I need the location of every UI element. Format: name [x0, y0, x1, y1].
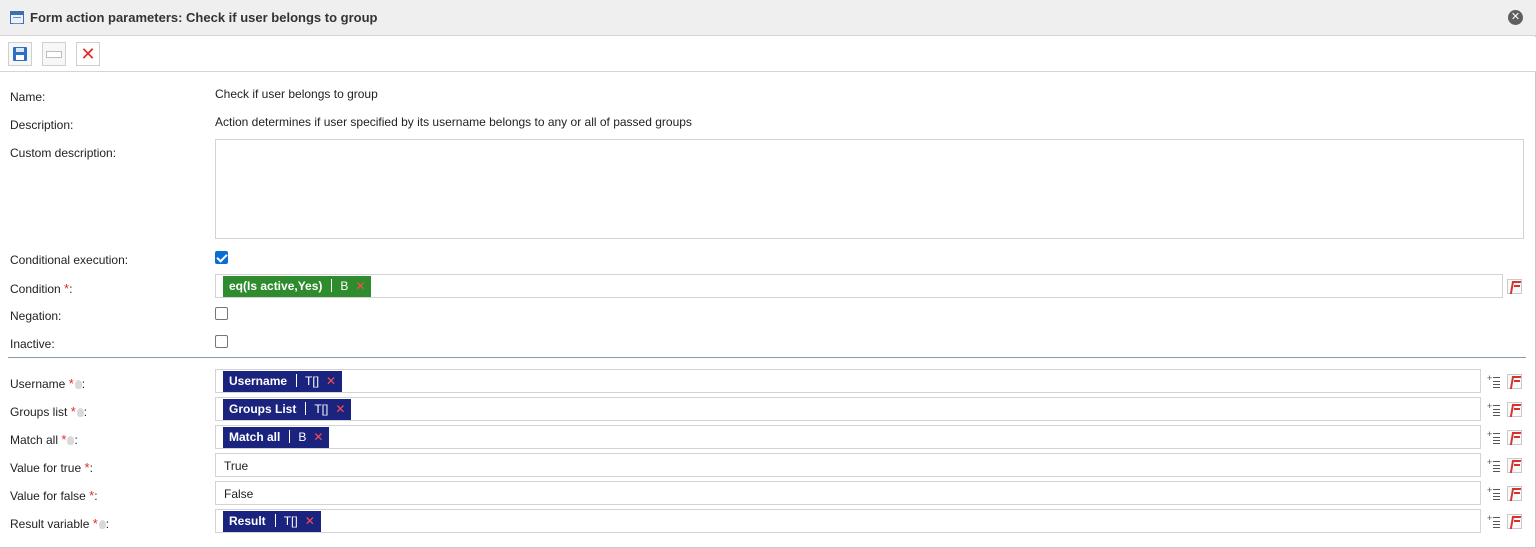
mapping-list-icon[interactable] — [1487, 401, 1501, 416]
lightbulb-icon — [74, 380, 82, 389]
chip-text: Username — [229, 374, 288, 388]
required-marker: * — [68, 376, 74, 391]
description-label: Description: — [10, 118, 74, 132]
function-fx-icon[interactable] — [1507, 279, 1522, 294]
inactive-checkbox[interactable] — [215, 335, 228, 348]
mapping-list-icon[interactable] — [1487, 513, 1501, 528]
chip-type: T[] — [283, 514, 298, 528]
function-fx-icon[interactable] — [1507, 486, 1522, 501]
save-button[interactable] — [8, 42, 32, 66]
chip-remove-icon[interactable]: ✕ — [335, 402, 345, 416]
name-label: Name: — [10, 90, 46, 104]
result-variable-label: Result variable *: — [10, 516, 109, 531]
match-all-chip[interactable]: Match all B ✕ — [223, 427, 330, 448]
mapping-list-icon[interactable] — [1487, 373, 1501, 388]
toolbar: ✕ — [0, 37, 1536, 72]
chip-remove-icon[interactable]: ✕ — [313, 430, 323, 444]
description-value: Action determines if user specified by i… — [215, 115, 692, 129]
chip-type: T[] — [305, 374, 320, 388]
chip-text: Groups List — [229, 402, 297, 416]
required-marker: * — [92, 516, 98, 531]
match-all-label: Match all *: — [10, 432, 78, 447]
chip-remove-icon[interactable]: ✕ — [326, 374, 336, 388]
function-fx-icon[interactable] — [1507, 514, 1522, 529]
blank-field-icon — [46, 51, 62, 58]
blank-button[interactable] — [42, 42, 66, 66]
username-field[interactable]: Username T[] ✕ — [215, 369, 1481, 393]
chip-text: eq(Is active,Yes) — [229, 279, 323, 293]
conditional-execution-checkbox[interactable] — [215, 251, 228, 264]
mapping-list-icon[interactable] — [1487, 429, 1501, 444]
delete-button[interactable]: ✕ — [76, 42, 100, 66]
lightbulb-icon — [98, 520, 106, 529]
username-chip[interactable]: Username T[] ✕ — [223, 371, 343, 392]
custom-description-input[interactable] — [215, 139, 1524, 239]
username-label-text: Username — [10, 377, 66, 391]
condition-field[interactable]: eq(Is active,Yes) B ✕ — [215, 274, 1503, 298]
chip-text: Match all — [229, 430, 281, 444]
result-variable-label-text: Result variable — [10, 517, 90, 531]
chip-text: Result — [229, 514, 266, 528]
groups-list-chip[interactable]: Groups List T[] ✕ — [223, 399, 352, 420]
close-icon[interactable]: ✕ — [1508, 10, 1523, 25]
value-true-text: True — [224, 459, 249, 473]
groups-list-label-text: Groups list — [10, 405, 68, 419]
negation-label: Negation: — [10, 309, 62, 323]
section-divider — [8, 357, 1526, 358]
conditional-execution-label: Conditional execution: — [10, 253, 129, 267]
label-suffix: : — [69, 282, 73, 296]
function-fx-icon[interactable] — [1507, 430, 1522, 445]
function-fx-icon[interactable] — [1507, 458, 1522, 473]
value-true-label-text: Value for true — [10, 461, 82, 475]
chip-type: B — [340, 279, 349, 293]
mapping-list-icon[interactable] — [1487, 485, 1501, 500]
chip-type: T[] — [314, 402, 329, 416]
label-suffix: : — [74, 433, 78, 447]
function-fx-icon[interactable] — [1507, 402, 1522, 417]
lightbulb-icon — [76, 408, 84, 417]
chip-remove-icon[interactable]: ✕ — [305, 514, 315, 528]
value-true-label: Value for true *: — [10, 460, 93, 475]
username-label: Username *: — [10, 376, 85, 391]
inactive-label: Inactive: — [10, 337, 55, 351]
mapping-list-icon[interactable] — [1487, 457, 1501, 472]
result-variable-chip[interactable]: Result T[] ✕ — [223, 511, 321, 532]
label-suffix: : — [89, 461, 93, 475]
match-all-label-text: Match all — [10, 433, 59, 447]
label-suffix: : — [94, 489, 98, 503]
condition-label: Condition *: — [10, 281, 72, 296]
dialog-title: Form action parameters: Check if user be… — [30, 10, 378, 25]
label-suffix: : — [83, 405, 88, 419]
label-suffix: : — [81, 377, 86, 391]
groups-list-field[interactable]: Groups List T[] ✕ — [215, 397, 1481, 421]
chip-remove-icon[interactable]: ✕ — [355, 279, 365, 293]
chip-type: B — [298, 430, 307, 444]
required-marker: * — [61, 432, 67, 447]
condition-chip[interactable]: eq(Is active,Yes) B ✕ — [223, 276, 372, 297]
floppy-disk-icon — [13, 47, 27, 61]
value-false-label: Value for false *: — [10, 488, 98, 503]
label-suffix: : — [105, 517, 110, 531]
required-marker: * — [70, 404, 76, 419]
value-false-text: False — [224, 487, 254, 501]
name-value: Check if user belongs to group — [215, 87, 378, 101]
function-fx-icon[interactable] — [1507, 374, 1522, 389]
result-variable-field[interactable]: Result T[] ✕ — [215, 509, 1481, 533]
form-action-dialog: Form action parameters: Check if user be… — [0, 0, 1536, 548]
red-x-icon: ✕ — [80, 44, 96, 64]
dialog-titlebar: Form action parameters: Check if user be… — [0, 0, 1536, 36]
value-false-input[interactable]: False — [215, 481, 1481, 505]
groups-list-label: Groups list *: — [10, 404, 87, 419]
negation-checkbox[interactable] — [215, 307, 228, 320]
value-false-label-text: Value for false — [10, 489, 86, 503]
value-true-input[interactable]: True — [215, 453, 1481, 477]
custom-description-label: Custom description: — [10, 146, 117, 160]
match-all-field[interactable]: Match all B ✕ — [215, 425, 1481, 449]
condition-label-text: Condition — [10, 282, 61, 296]
table-icon — [10, 11, 24, 24]
